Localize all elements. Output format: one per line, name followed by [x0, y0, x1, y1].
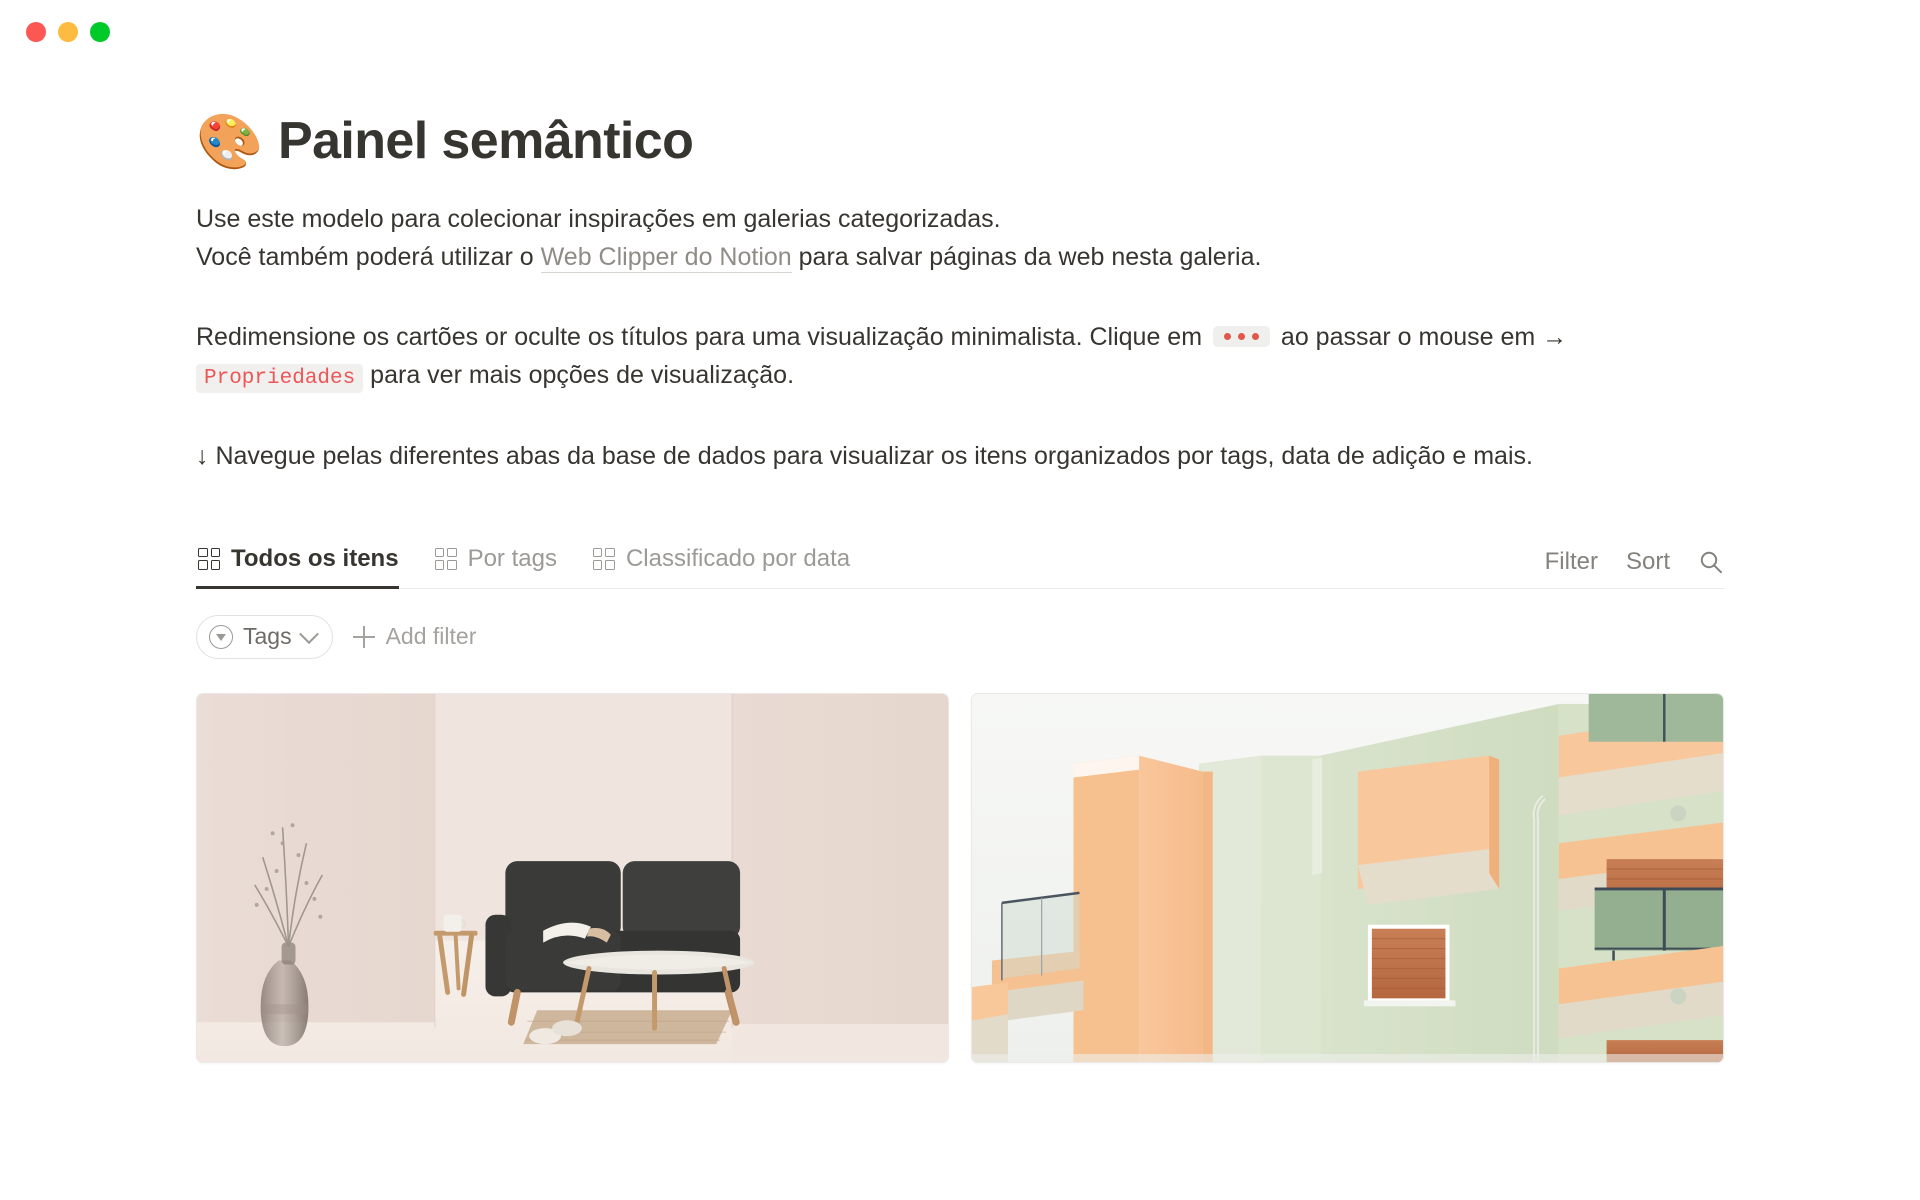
page-title-text: Painel semântico	[278, 112, 694, 171]
database-view-tabs: Todos os itens Por tags Classificado por…	[196, 530, 884, 589]
card-image-architecture	[972, 693, 1723, 1062]
web-clipper-link[interactable]: Web Clipper do Notion	[540, 243, 792, 273]
tab-label: Todos os itens	[231, 544, 399, 572]
tab-todos-os-itens[interactable]: Todos os itens	[196, 530, 413, 589]
filter-chip-tags[interactable]: Tags	[196, 614, 333, 659]
properties-code-chip: Propriedades	[196, 364, 364, 393]
chevron-down-icon	[298, 624, 319, 644]
filter-circle-icon	[209, 624, 233, 649]
database-toolbar-actions: Filter Sort	[1545, 548, 1724, 588]
tab-classificado-por-data[interactable]: Classificado por data	[591, 530, 864, 588]
content-column: 🎨 Painel semântico Use este modelo para …	[196, 106, 1724, 1063]
filter-chip-label: Tags	[243, 623, 292, 650]
page-title[interactable]: 🎨 Painel semântico	[196, 106, 1724, 178]
intro-line-2-suffix: para salvar páginas da web nesta galeria…	[791, 243, 1262, 271]
window-title-bar	[0, 0, 1920, 62]
sort-button[interactable]: Sort	[1626, 548, 1670, 576]
tab-label: Por tags	[467, 544, 557, 572]
gallery-card-interior-minimalista[interactable]	[196, 692, 949, 1063]
page-body: 🎨 Painel semântico Use este modelo para …	[0, 62, 1920, 1200]
dot-3	[1251, 332, 1259, 340]
resize-text-mid: ao passar o mouse em →	[1273, 323, 1568, 351]
search-icon[interactable]	[1698, 549, 1724, 575]
gallery-grid	[196, 692, 1724, 1063]
intro-line-2-prefix: Você também poderá utilizar o	[196, 243, 541, 271]
resize-paragraph: Redimensione os cartões or oculte os tít…	[196, 318, 1706, 395]
minimize-window-button[interactable]	[58, 22, 78, 42]
palette-emoji-icon[interactable]: 🎨	[196, 115, 263, 169]
gallery-card-arquitetura-pastel[interactable]	[971, 692, 1724, 1063]
close-window-button[interactable]	[26, 22, 46, 42]
filter-button[interactable]: Filter	[1545, 548, 1598, 576]
maximize-window-button[interactable]	[90, 22, 110, 42]
tab-label: Classificado por data	[625, 544, 851, 572]
plus-icon	[352, 625, 375, 648]
card-image-interior	[197, 693, 948, 1062]
dot-2	[1237, 332, 1245, 340]
intro-line-1: Use este modelo para colecionar inspiraç…	[196, 205, 1001, 233]
tab-por-tags[interactable]: Por tags	[433, 530, 571, 588]
database-toolbar: Todos os itens Por tags Classificado por…	[196, 531, 1724, 589]
traffic-light-group	[26, 22, 110, 42]
navigate-paragraph: ↓ Navegue pelas diferentes abas da base …	[196, 441, 1533, 470]
add-filter-label: Add filter	[385, 623, 477, 650]
resize-text-prefix: Redimensione os cartões or oculte os tít…	[196, 323, 1209, 351]
gallery-view-icon	[592, 547, 615, 570]
gallery-view-icon	[198, 547, 220, 570]
add-filter-button[interactable]: Add filter	[352, 623, 477, 650]
gallery-view-icon	[434, 547, 457, 570]
more-options-dots-icon[interactable]	[1212, 325, 1270, 347]
intro-paragraph: Use este modelo para colecionar inspiraç…	[196, 200, 1706, 276]
resize-text-suffix: para ver mais opções de visualização.	[363, 361, 795, 389]
dot-1	[1223, 332, 1231, 340]
filter-row: Tags Add filter	[196, 614, 1724, 659]
